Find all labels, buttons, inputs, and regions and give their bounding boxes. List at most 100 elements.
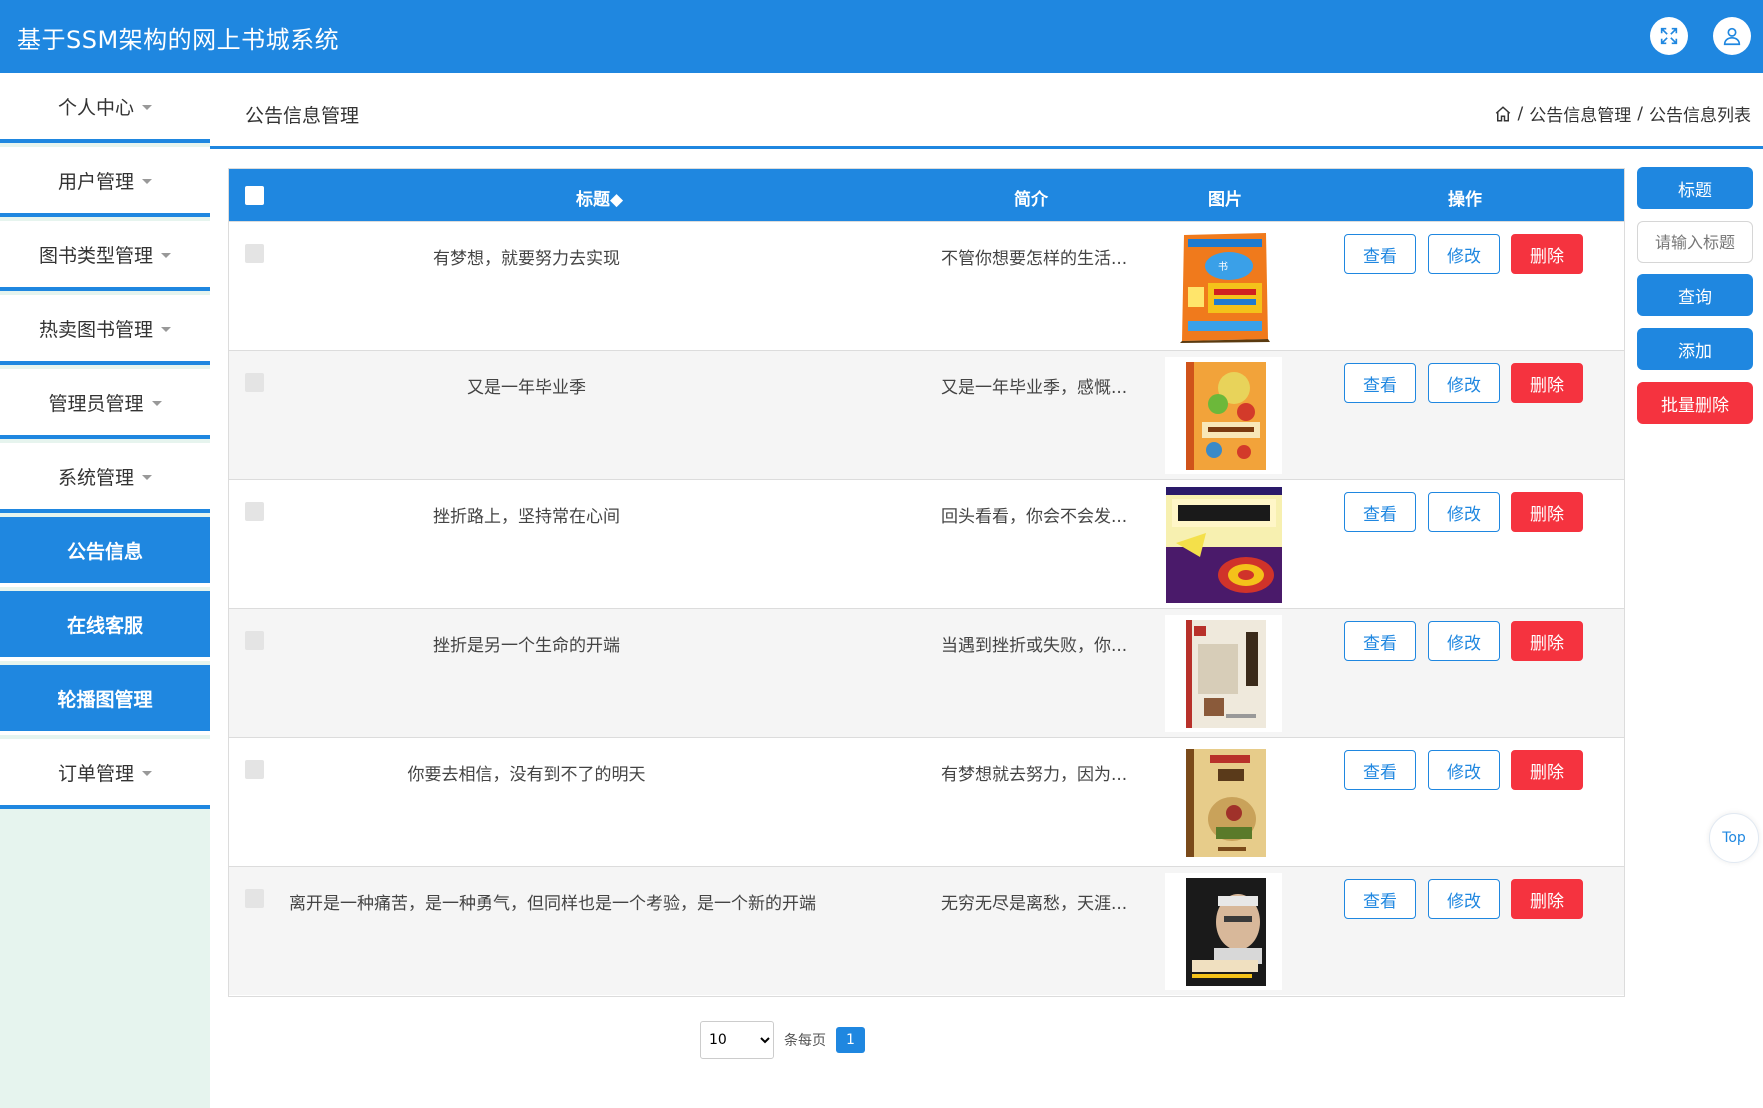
table-row: 有梦想，就要努力去实现 不管你想要怎样的生活... 书 查看 修改 删除 [229, 221, 1624, 350]
home-icon[interactable] [1494, 105, 1512, 123]
row-title: 又是一年毕业季 [467, 378, 586, 398]
caret-down-icon [142, 178, 152, 184]
view-button[interactable]: 查看 [1344, 363, 1416, 403]
delete-button[interactable]: 删除 [1511, 363, 1583, 403]
row-intro: 当遇到挫折或失败，你... [941, 636, 1128, 656]
table-row: 又是一年毕业季 又是一年毕业季，感慨... 查看 修改 删除 [229, 350, 1624, 479]
sidebar-item-label: 公告信息 [66, 540, 143, 563]
add-button[interactable]: 添加 [1637, 328, 1753, 370]
view-button[interactable]: 查看 [1344, 750, 1416, 790]
row-title: 有梦想，就要努力去实现 [433, 249, 620, 269]
sidebar-item-online-service[interactable]: 在线客服 [0, 591, 210, 661]
announcement-table: 标题◆ 简介 图片 操作 有梦想，就要努力去实现 不管你想要怎样的生活... 书… [228, 168, 1625, 997]
view-button[interactable]: 查看 [1344, 234, 1416, 274]
page-size-select[interactable]: 10 [700, 1021, 774, 1059]
breadcrumb-bar: 公告信息管理 / 公告信息管理 / 公告信息列表 [210, 73, 1763, 149]
row-checkbox[interactable] [245, 760, 264, 779]
breadcrumb-separator: / [1637, 103, 1643, 124]
row-checkbox[interactable] [245, 244, 264, 263]
edit-button[interactable]: 修改 [1428, 363, 1500, 403]
row-checkbox[interactable] [245, 889, 264, 908]
row-intro: 回头看看，你会不会发... [941, 507, 1128, 527]
column-header-intro: 简介 [1014, 190, 1048, 210]
edit-button[interactable]: 修改 [1428, 492, 1500, 532]
delete-button[interactable]: 删除 [1511, 492, 1583, 532]
table-row: 挫折路上，坚持常在心间 回头看看，你会不会发... 查看 修改 删除 [229, 479, 1624, 608]
delete-button[interactable]: 删除 [1511, 879, 1583, 919]
edit-button[interactable]: 修改 [1428, 879, 1500, 919]
caret-down-icon [151, 400, 162, 406]
sidebar-item-label: 订单管理 [57, 762, 134, 785]
caret-down-icon [161, 326, 171, 332]
caret-down-icon [142, 104, 152, 110]
delete-button[interactable]: 删除 [1511, 621, 1583, 661]
pagination: 10 条每页 1 [700, 1021, 865, 1059]
sidebar-item-label: 个人中心 [57, 96, 134, 119]
table-row: 挫折是另一个生命的开端 当遇到挫折或失败，你... 查看 修改 删除 [229, 608, 1624, 737]
row-title: 挫折路上，坚持常在心间 [433, 507, 620, 527]
delete-button[interactable]: 删除 [1511, 750, 1583, 790]
row-checkbox[interactable] [245, 631, 264, 650]
table-row: 你要去相信，没有到不了的明天 有梦想就去努力，因为... 查看 修改 删除 [229, 737, 1624, 866]
table-header: 标题◆ 简介 图片 操作 [229, 169, 1624, 221]
page-title: 公告信息管理 [245, 105, 360, 127]
view-button[interactable]: 查看 [1344, 621, 1416, 661]
sidebar: 个人中心 用户管理 图书类型管理 热卖图书管理 管理员管理 系统管理 公告信息 … [0, 73, 210, 1108]
column-header-actions: 操作 [1448, 190, 1482, 210]
breadcrumb-separator: / [1517, 103, 1524, 124]
caret-down-icon [161, 252, 171, 258]
row-checkbox[interactable] [245, 502, 264, 521]
app-title: 基于SSM架构的网上书城系统 [17, 26, 340, 54]
svg-text:书: 书 [1218, 261, 1228, 273]
sidebar-item-personal-center[interactable]: 个人中心 [0, 73, 210, 143]
caret-down-icon [142, 770, 152, 776]
breadcrumb-item-announcement-management[interactable]: 公告信息管理 [1529, 101, 1631, 126]
book-cover-image [1165, 873, 1282, 990]
sidebar-item-carousel-management[interactable]: 轮播图管理 [0, 665, 210, 735]
row-intro: 无穷无尽是离愁，天涯... [941, 894, 1128, 914]
breadcrumb: / 公告信息管理 / 公告信息列表 [1494, 101, 1751, 126]
fullscreen-icon[interactable] [1650, 17, 1688, 55]
column-header-image: 图片 [1208, 190, 1242, 210]
sidebar-item-system-management[interactable]: 系统管理 [0, 443, 210, 513]
edit-button[interactable]: 修改 [1428, 750, 1500, 790]
field-label-title[interactable]: 标题 [1637, 167, 1753, 209]
top-bar: 基于SSM架构的网上书城系统 [0, 0, 1763, 73]
sidebar-item-label: 系统管理 [57, 466, 134, 489]
view-button[interactable]: 查看 [1344, 492, 1416, 532]
view-button[interactable]: 查看 [1344, 879, 1416, 919]
row-checkbox[interactable] [245, 373, 264, 392]
sidebar-item-label: 用户管理 [57, 170, 134, 193]
edit-button[interactable]: 修改 [1428, 621, 1500, 661]
query-button[interactable]: 查询 [1637, 274, 1753, 316]
book-cover-image: 书 [1165, 228, 1282, 345]
row-title: 离开是一种痛苦，是一种勇气，但同样也是一个考验，是一个新的开端 [289, 894, 816, 914]
sidebar-item-order-management[interactable]: 订单管理 [0, 739, 210, 809]
batch-delete-button[interactable]: 批量删除 [1637, 382, 1753, 424]
per-page-label: 条每页 [784, 1033, 826, 1049]
book-cover-image [1165, 357, 1282, 474]
sidebar-item-hot-books-management[interactable]: 热卖图书管理 [0, 295, 210, 365]
column-header-title[interactable]: 标题◆ [576, 185, 623, 210]
select-all-checkbox[interactable] [245, 186, 264, 205]
edit-button[interactable]: 修改 [1428, 234, 1500, 274]
user-icon[interactable] [1713, 17, 1751, 55]
book-cover-image [1165, 744, 1282, 861]
sidebar-item-admin-management[interactable]: 管理员管理 [0, 369, 210, 439]
sidebar-item-book-type-management[interactable]: 图书类型管理 [0, 221, 210, 291]
title-search-input[interactable] [1637, 221, 1753, 263]
breadcrumb-item-announcement-list: 公告信息列表 [1649, 106, 1751, 126]
sidebar-item-label: 图书类型管理 [38, 244, 153, 267]
sidebar-item-user-management[interactable]: 用户管理 [0, 147, 210, 217]
row-intro: 有梦想就去努力，因为... [941, 765, 1128, 785]
row-title: 你要去相信，没有到不了的明天 [407, 765, 646, 785]
row-intro: 不管你想要怎样的生活... [941, 249, 1128, 269]
sidebar-item-announcements[interactable]: 公告信息 [0, 517, 210, 587]
delete-button[interactable]: 删除 [1511, 234, 1583, 274]
book-cover-image [1165, 615, 1282, 732]
sidebar-item-label: 热卖图书管理 [38, 318, 153, 341]
caret-down-icon [142, 474, 152, 480]
page-number-button[interactable]: 1 [836, 1027, 865, 1053]
back-to-top-button[interactable]: Top [1709, 813, 1759, 863]
book-cover-image [1165, 486, 1282, 603]
